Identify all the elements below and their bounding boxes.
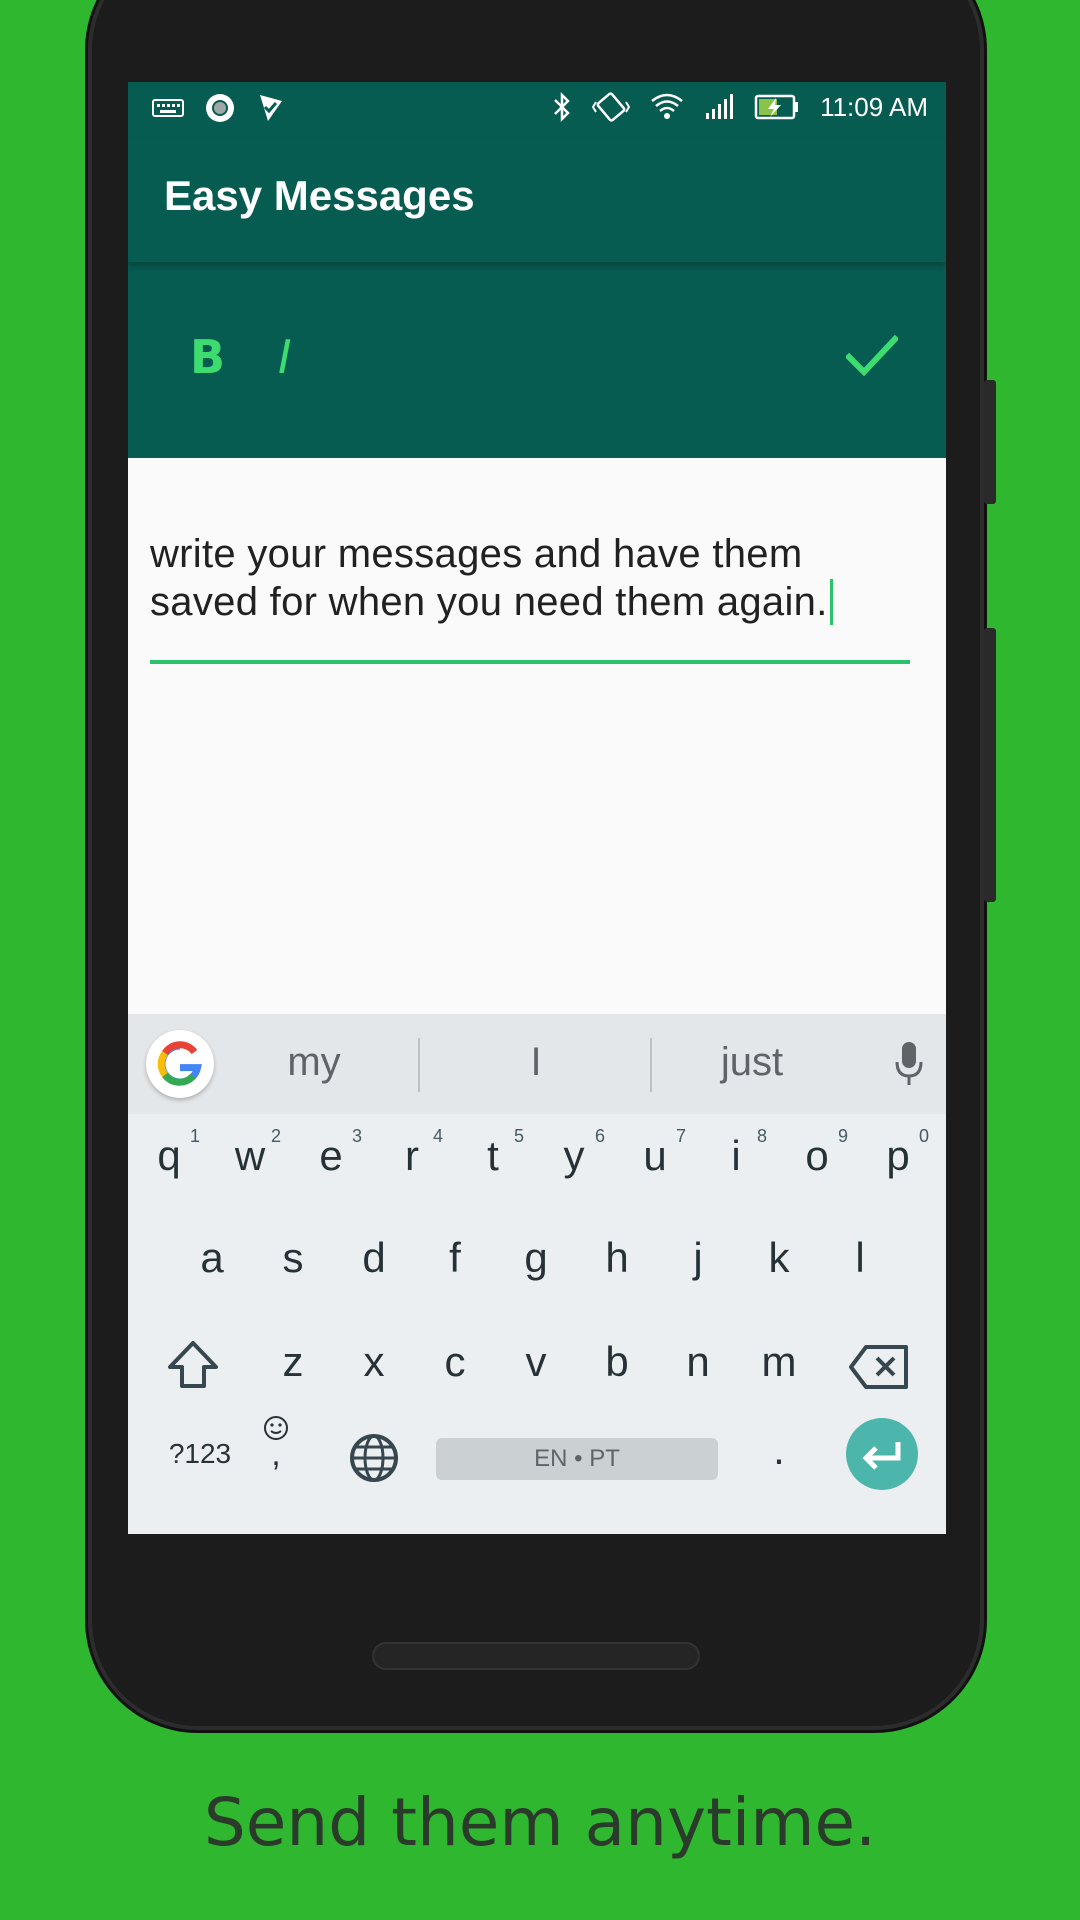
key-hint-o: 9 [838, 1126, 849, 1146]
key-hint-p: 0 [919, 1126, 930, 1146]
key-x[interactable]: x [339, 1338, 409, 1386]
suggestion-2[interactable]: I [436, 1040, 636, 1085]
app-bar: Easy Messages [128, 138, 946, 262]
key-g[interactable]: g [501, 1234, 571, 1282]
status-time: 11:09 AM [820, 91, 928, 122]
text-cursor [829, 579, 833, 625]
volume-button [984, 628, 996, 902]
key-n[interactable]: n [663, 1338, 733, 1386]
battery-charging-icon [754, 94, 799, 120]
phone-speaker-grille [372, 1642, 700, 1670]
key-a[interactable]: a [177, 1234, 247, 1282]
key-hint-q: 1 [190, 1126, 201, 1146]
suggestion-1[interactable]: my [214, 1040, 414, 1085]
symbols-key[interactable]: ?123 [150, 1438, 250, 1470]
key-hint-r: 4 [433, 1126, 444, 1146]
microphone-icon[interactable] [894, 1040, 924, 1088]
key-c[interactable]: c [420, 1338, 490, 1386]
key-j[interactable]: j [663, 1234, 733, 1282]
key-m[interactable]: m [744, 1338, 814, 1386]
enter-icon [862, 1442, 901, 1470]
keyboard-icon [152, 99, 184, 117]
soft-keyboard: my I just q1w2e3r4t5y6u7i8o9p0asdfghjklz… [128, 1014, 946, 1534]
backspace-icon[interactable] [848, 1344, 910, 1390]
power-button [984, 380, 996, 504]
enter-key[interactable] [846, 1418, 918, 1490]
key-s[interactable]: s [258, 1234, 328, 1282]
status-bar: 11:09 AM [128, 82, 946, 138]
vibrate-icon [592, 92, 631, 122]
key-h[interactable]: h [582, 1234, 652, 1282]
key-v[interactable]: v [501, 1338, 571, 1386]
key-hint-w: 2 [271, 1126, 282, 1146]
globe-icon[interactable] [348, 1432, 400, 1484]
signal-icon [706, 94, 734, 119]
check-flag-icon [260, 95, 282, 121]
record-icon [206, 94, 234, 122]
shift-icon[interactable] [166, 1340, 220, 1390]
bold-button[interactable]: B [190, 330, 225, 384]
wifi-icon [651, 93, 683, 119]
key-hint-e: 3 [352, 1126, 363, 1146]
check-icon[interactable] [846, 334, 898, 378]
key-z[interactable]: z [258, 1338, 328, 1386]
message-editor[interactable]: write your messages and have them saved … [150, 530, 910, 626]
key-hint-y: 6 [595, 1126, 606, 1146]
key-l[interactable]: l [825, 1234, 895, 1282]
emoji-comma-key[interactable]: , [256, 1414, 296, 1473]
key-k[interactable]: k [744, 1234, 814, 1282]
bluetooth-icon [554, 91, 570, 123]
space-bar[interactable]: EN • PT [436, 1438, 718, 1480]
key-d[interactable]: d [339, 1234, 409, 1282]
promo-caption: Send them anytime. [203, 1784, 877, 1861]
key-b[interactable]: b [582, 1338, 652, 1386]
suggestion-strip: my I just [128, 1014, 946, 1114]
google-logo-icon[interactable] [146, 1030, 214, 1098]
editor-underline [150, 660, 910, 664]
key-hint-t: 5 [514, 1126, 525, 1146]
period-key[interactable]: . [744, 1426, 814, 1474]
italic-button[interactable]: I [278, 330, 292, 384]
key-f[interactable]: f [420, 1234, 490, 1282]
message-text[interactable]: write your messages and have them saved … [150, 532, 828, 624]
suggestion-divider [418, 1038, 420, 1092]
app-title: Easy Messages [164, 172, 475, 219]
suggestion-3[interactable]: just [652, 1040, 852, 1085]
phone-screen: 11:09 AM Easy Messages B I write your me… [128, 82, 946, 1534]
format-toolbar: B I [128, 262, 946, 458]
key-hint-u: 7 [676, 1126, 687, 1146]
key-hint-i: 8 [757, 1126, 768, 1146]
comma-label: , [271, 1435, 281, 1473]
